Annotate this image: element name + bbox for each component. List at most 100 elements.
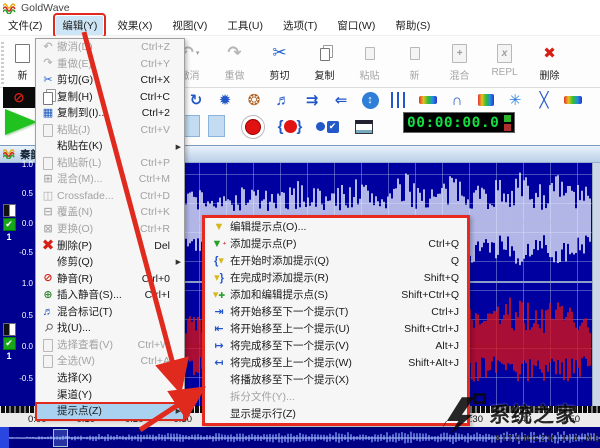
menu-item[interactable]: ⊠ 更换(O) Ctrl+R ▶ [36,221,184,238]
spark-icon[interactable]: ✳ [505,90,525,110]
channel-enable-checkbox[interactable]: ✔ [3,337,16,350]
menubar-item[interactable]: 帮助(S) [389,16,436,35]
menubar-item[interactable]: 编辑(Y) [56,16,103,35]
menu-item[interactable]: {▾ 在开始时添加提示(Q) Q ▶ [205,253,467,270]
record-options-icon[interactable]: ✔ [314,114,340,139]
menubar-item[interactable]: 文件(Z) [2,16,48,35]
menubar-item[interactable]: 选项(T) [277,16,323,35]
toolbar-button[interactable]: 新 [392,40,437,82]
double-right-arrow-icon[interactable]: ⇉ [302,90,322,110]
toolbar-button[interactable]: + 混合 [437,40,482,82]
scale-label: 1.0 [0,160,35,169]
pressed-button[interactable] [183,115,200,137]
menu-item[interactable]: ↦ 将完成移至下一个提示(V) Alt+J ▶ [205,338,467,355]
record-selection-icon[interactable]: {} [277,114,303,139]
monitor-window-icon[interactable] [351,114,377,139]
move-end-prev-icon: ↤ [208,358,230,369]
toolbar-button-label: 新 [410,67,420,82]
menu-item[interactable]: 修剪(Q) ▶ [36,254,184,271]
toolbar-button[interactable]: ✂ 剪切 [257,40,302,82]
play-button[interactable] [5,109,37,135]
menu-item[interactable]: ▦ 复制到(I)... Ctrl+2 ▶ [36,105,184,122]
menu-item[interactable]: ⊕ 插入静音(S)... Ctrl+I ▶ [36,287,184,304]
menu-item[interactable]: 全选(W) Ctrl+A ▶ [36,353,184,370]
menu-item[interactable]: ▼ 编辑提示点(O)... ▶ [205,219,467,236]
delete-icon: ✖ [543,40,556,66]
menu-item[interactable]: 选择查看(V) Ctrl+W ▶ [36,337,184,354]
color-wheel-icon[interactable]: ❂ [244,90,264,110]
menu-item[interactable]: 选择(X) ▶ [36,370,184,387]
channel-number: 1 [6,232,11,242]
menubar-item[interactable]: 效果(X) [111,16,158,35]
toolbar-button[interactable]: ✖ 删除 [527,40,572,82]
toolbar-button[interactable]: x REPL [482,40,527,78]
stop-disabled-icon[interactable]: ⊘ [3,87,35,108]
toolbar-grip [1,40,4,84]
menu-item[interactable]: ↶ 撤消(D) Ctrl+Z ▶ [36,39,184,56]
status-red-light [504,124,511,131]
menu-item[interactable]: ▾✚ 添加和编辑提示点(S) Shift+Ctrl+Q ▶ [205,287,467,304]
menu-item[interactable]: ✂ 剪切(G) Ctrl+X ▶ [36,72,184,89]
gear-burst-icon[interactable]: ✹ [215,90,235,110]
record-icon[interactable] [240,114,266,139]
overview-strip[interactable] [0,427,600,448]
up-down-circle-icon[interactable]: ↕ [360,90,380,110]
mix-paste-icon: + [452,40,467,66]
channel-wave-toggle[interactable] [3,323,16,336]
menu-item[interactable]: ⊞ 混合(M)... Ctrl+M ▶ [36,171,184,188]
mix-icon: ⊞ [39,174,57,185]
music-score-icon[interactable]: ♬ [273,90,293,110]
time-value: 00:00:00.0 [407,115,503,131]
gate-icon[interactable]: ∩ [447,90,467,110]
pressed-button[interactable] [208,115,225,137]
menu-item[interactable]: 将播放移至下一个提示(X) ▶ [205,372,467,389]
menu-item[interactable]: ↤ 将完成移至上一个提示(W) Shift+Alt+J ▶ [205,355,467,372]
channel-wave-toggle[interactable] [3,204,16,217]
menu-item[interactable]: 显示提示行(Z) ▶ [205,406,467,423]
menu-item[interactable]: 粘贴新(L) Ctrl+P ▶ [36,155,184,172]
overwrite-icon: ⊟ [39,207,57,218]
cross-arrows-icon[interactable]: ╳ [534,90,554,110]
menu-item[interactable]: ✖ 删除(P) Del ▶ [36,238,184,255]
menubar-item[interactable]: 工具(U) [221,16,269,35]
menu-item[interactable]: 复制(H) Ctrl+C ▶ [36,89,184,106]
menu-item[interactable]: ↷ 重做(E) Ctrl+Y ▶ [36,56,184,73]
menu-item[interactable]: ⚲ 找(U)... ▶ [36,320,184,337]
toolbar-button[interactable]: ↷ 重做 [212,40,257,82]
loop-arrow-icon[interactable]: ↻ [186,90,206,110]
rainbow-cart-icon[interactable] [563,90,583,110]
menu-item[interactable]: ♬ 混合标记(T) ▶ [36,304,184,321]
menubar-item[interactable]: 窗口(W) [331,16,381,35]
menu-item[interactable]: ⇥ 将开始移至下一个提示(T) Ctrl+J ▶ [205,304,467,321]
paste-new-icon [39,157,57,170]
menu-item[interactable]: 粘贴(J) Ctrl+V ▶ [36,122,184,139]
rainbow-bar-icon[interactable] [418,90,438,110]
rainbow-control-icon[interactable] [476,90,496,110]
amplitude-ruler: 1.00.50.0-0.5 1.00.50.0-0.5 ✔ 1 ✔ 1 [0,163,38,406]
left-arrow-icon[interactable]: ⇐ [331,90,351,110]
sliders-icon[interactable] [389,90,409,110]
menu-item[interactable]: ◫ Crossfade... Ctrl+D ▶ [36,188,184,205]
toolbar-button[interactable]: 粘贴 [347,40,392,82]
overview-selection [0,427,9,448]
channel-2-controls: ✔ 1 [2,323,16,361]
overview-marker[interactable] [53,429,68,447]
menu-item[interactable]: ▼⁺ 添加提示点(P) Ctrl+Q ▶ [205,236,467,253]
menu-item[interactable]: 提示点(Z) ▶ [36,403,184,420]
menu-item[interactable]: 拆分文件(Y)... ▶ [205,389,467,406]
redo-icon: ↷ [227,40,241,66]
toolbar-button[interactable]: 复制 [302,40,347,82]
copy-icon [39,89,57,105]
menu-item[interactable]: ⊟ 覆盖(N) Ctrl+K ▶ [36,204,184,221]
menu-item[interactable]: ⊘ 静音(R) Ctrl+0 ▶ [36,271,184,288]
menu-item[interactable]: ▾} 在完成时添加提示(R) Shift+Q ▶ [205,270,467,287]
select-view-icon [39,339,57,352]
menu-item[interactable]: ⇤ 将开始移至上一个提示(U) Shift+Ctrl+J ▶ [205,321,467,338]
paste-icon [365,40,375,66]
menubar-item[interactable]: 视图(V) [166,16,213,35]
menu-item[interactable]: 渠道(Y) ▶ [36,386,184,403]
channel-enable-checkbox[interactable]: ✔ [3,218,16,231]
goldwave-doc-icon [3,149,16,159]
menu-item[interactable]: 粘贴在(K) ▶ [36,138,184,155]
submenu-arrow-icon: ▶ [176,258,181,266]
